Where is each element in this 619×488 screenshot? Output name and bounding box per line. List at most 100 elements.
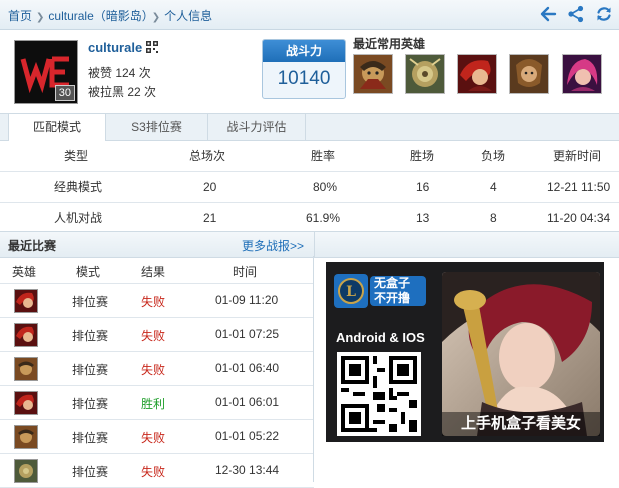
- breadcrumb-separator: ❯: [36, 12, 45, 23]
- frequent-hero-icon[interactable]: [353, 54, 393, 94]
- column-header: 更新时间: [553, 149, 602, 163]
- app-ad-banner[interactable]: L 无盒子 不开撸 Android & IOS 上手机盒子看美女: [326, 262, 604, 442]
- share-icon[interactable]: [567, 5, 585, 23]
- match-hero-icon: [14, 459, 38, 483]
- toolbar-icons: [539, 5, 613, 23]
- match-time: 01-01 06:40: [215, 361, 280, 375]
- match-row[interactable]: 排位赛 胜利 01-01 06:01: [0, 386, 314, 420]
- likes-count: 被赞 124 次: [88, 66, 151, 80]
- column-header: 时间: [233, 265, 258, 279]
- mode-name: 人机对战: [54, 211, 103, 225]
- match-hero-icon: [14, 289, 38, 313]
- total-games: 20: [203, 180, 217, 194]
- frequent-hero-icon[interactable]: [562, 54, 602, 94]
- match-row[interactable]: 排位赛 失败 01-01 05:22: [0, 420, 314, 454]
- top-bar: 首页 ❯ culturale（暗影岛） ❯ 个人信息: [0, 0, 619, 30]
- table-row: 经典模式 20 80% 16 4 12-21 11:50: [0, 172, 619, 203]
- table-row: 人机对战 21 61.9% 13 8 11-20 04:34: [0, 203, 619, 234]
- profile-section: 30 culturale 被赞 124 次 被拉黑 22 次 战斗力 10140…: [0, 30, 619, 112]
- blacklist-count: 被拉黑 22 次: [88, 85, 157, 99]
- match-result: 胜利: [141, 397, 166, 411]
- power-label: 战斗力: [263, 40, 345, 62]
- match-result: 失败: [141, 431, 166, 445]
- ad-caption: 上手机盒子看美女: [442, 412, 600, 436]
- losses: 8: [490, 211, 497, 225]
- match-row[interactable]: 排位赛 失败 01-01 07:25: [0, 318, 314, 352]
- match-result: 失败: [141, 295, 166, 309]
- breadcrumb: 首页 ❯ culturale（暗影岛） ❯ 个人信息: [8, 7, 212, 24]
- wins: 16: [416, 180, 430, 194]
- frequent-hero-icon[interactable]: [457, 54, 497, 94]
- logo-text: 不开撸: [374, 291, 411, 305]
- refresh-icon[interactable]: [595, 5, 613, 23]
- match-mode: 排位赛: [72, 295, 109, 309]
- match-time: 01-01 06:01: [215, 395, 280, 409]
- tab-power-eval[interactable]: 战斗力评估: [208, 114, 306, 141]
- tab-bar: 匹配模式 S3排位赛 战斗力评估: [0, 113, 619, 142]
- column-header: 胜率: [311, 149, 336, 163]
- app-logo: L 无盒子 不开撸: [334, 274, 426, 310]
- update-time: 12-21 11:50: [547, 180, 611, 194]
- frequent-hero-icon[interactable]: [405, 54, 445, 94]
- match-result: 失败: [141, 329, 166, 343]
- wins: 13: [416, 211, 430, 225]
- match-time: 01-01 05:22: [215, 429, 280, 443]
- column-header: 总场次: [189, 149, 226, 163]
- player-name[interactable]: culturale: [88, 40, 142, 55]
- ad-panel-header: [314, 231, 619, 258]
- match-hero-icon: [14, 323, 38, 347]
- match-result: 失败: [141, 363, 166, 377]
- column-header: 英雄: [12, 265, 37, 279]
- match-row[interactable]: 排位赛 失败 01-01 06:40: [0, 352, 314, 386]
- power-value: 10140: [277, 68, 331, 89]
- update-time: 11-20 04:34: [547, 211, 611, 225]
- frequent-hero-icon[interactable]: [509, 54, 549, 94]
- mode-name: 经典模式: [54, 180, 103, 194]
- match-mode: 排位赛: [72, 329, 109, 343]
- column-header: 结果: [141, 265, 166, 279]
- match-hero-icon: [14, 391, 38, 415]
- match-hero-icon: [14, 425, 38, 449]
- losses: 4: [490, 180, 497, 194]
- recent-matches-header: 最近比赛 更多战报>>: [0, 231, 314, 258]
- qr-code-icon[interactable]: [146, 41, 158, 53]
- match-result: 失败: [141, 465, 166, 479]
- column-header: 类型: [64, 149, 89, 163]
- avatar: 30: [14, 40, 78, 104]
- recent-matches-title: 最近比赛: [8, 239, 57, 253]
- table-header-row: 类型 总场次 胜率 胜场 负场 更新时间: [0, 141, 619, 172]
- win-rate: 61.9%: [306, 211, 341, 225]
- frequent-heroes-title: 最近常用英雄: [353, 37, 426, 51]
- tab-s3-ranked[interactable]: S3排位赛: [106, 114, 208, 141]
- match-mode: 排位赛: [72, 363, 109, 377]
- breadcrumb-home[interactable]: 首页: [8, 9, 32, 23]
- platform-label: Android & IOS: [336, 330, 425, 345]
- download-qr-code: [337, 352, 421, 436]
- match-time: 01-09 11:20: [215, 293, 279, 307]
- column-divider: [313, 256, 314, 482]
- column-header: 模式: [76, 265, 101, 279]
- svg-text:L: L: [346, 284, 356, 300]
- more-reports-link[interactable]: 更多战报>>: [242, 237, 304, 254]
- match-mode: 排位赛: [72, 431, 109, 445]
- power-box: 战斗力 10140: [262, 39, 346, 99]
- match-hero-icon: [14, 357, 38, 381]
- level-badge: 30: [54, 85, 75, 101]
- breadcrumb-player[interactable]: culturale（暗影岛）: [48, 9, 147, 23]
- tab-matching[interactable]: 匹配模式: [8, 114, 106, 142]
- win-rate: 80%: [313, 180, 338, 194]
- column-header: 负场: [481, 149, 506, 163]
- match-time: 01-01 07:25: [215, 327, 280, 341]
- back-arrow-icon[interactable]: [539, 5, 557, 23]
- breadcrumb-current: 个人信息: [164, 9, 213, 23]
- match-row[interactable]: 排位赛 失败 01-09 11:20: [0, 284, 314, 318]
- breadcrumb-separator: ❯: [151, 12, 161, 23]
- match-row[interactable]: 排位赛 失败 12-30 13:44: [0, 454, 314, 488]
- match-mode: 排位赛: [72, 397, 109, 411]
- match-time: 12-30 13:44: [215, 463, 280, 477]
- matches-column-headers: 英雄 模式 结果 时间: [0, 257, 314, 284]
- column-header: 胜场: [410, 149, 435, 163]
- match-mode: 排位赛: [72, 465, 109, 479]
- logo-text: 无盒子: [374, 276, 411, 290]
- total-games: 21: [203, 211, 217, 225]
